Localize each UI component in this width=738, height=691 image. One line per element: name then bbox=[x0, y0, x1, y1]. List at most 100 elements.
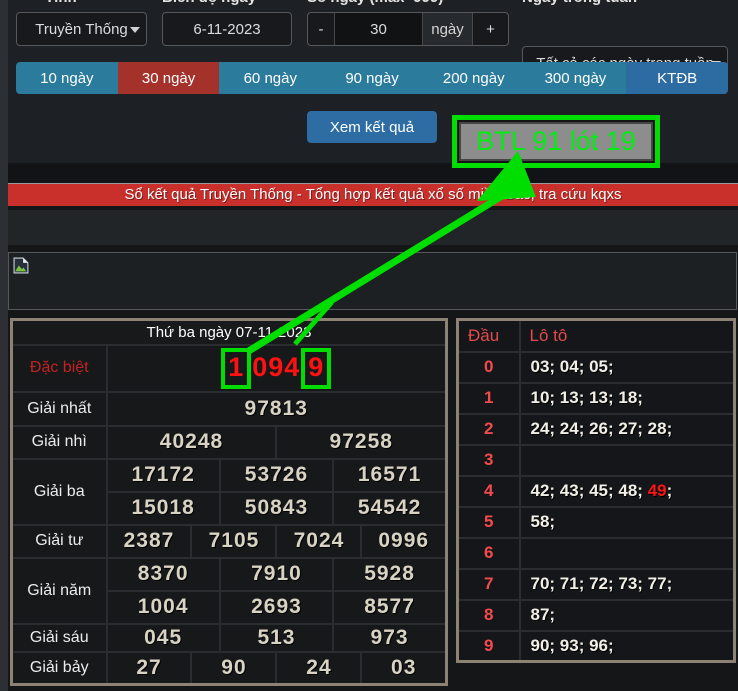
loto-header-dau: Đầu bbox=[458, 320, 520, 352]
loto-values bbox=[520, 538, 735, 569]
prize-label: Giải bảy bbox=[12, 652, 107, 685]
form-labels-row: Tỉnh Biên độ ngày Số ngày (max=999) Ngày… bbox=[8, 0, 738, 6]
prize-value: 7105 bbox=[191, 525, 276, 558]
prize-label: Giải năm bbox=[12, 558, 107, 624]
loto-row: 2 24; 24; 26; 27; 28; bbox=[458, 414, 735, 445]
decrement-button[interactable]: - bbox=[308, 13, 335, 45]
prize-value: 50843 bbox=[220, 492, 333, 525]
results-banner: Sổ kết quả Truyền Thống - Tổng hợp kết q… bbox=[8, 183, 738, 206]
prize-value: 97258 bbox=[276, 426, 446, 459]
days-count-stepper: - ngày + bbox=[307, 12, 509, 46]
prize-value: 2693 bbox=[220, 591, 333, 624]
loto-table: Đầu Lô tô 0 03; 04; 05; 1 10; 13; 13; 18… bbox=[456, 318, 736, 663]
results-date-header: Thứ ba ngày 07-11-2023 bbox=[12, 320, 447, 345]
loto-digit: 0 bbox=[458, 352, 520, 383]
prize-value: 03 bbox=[361, 652, 446, 685]
prize-value: 045 bbox=[107, 624, 220, 652]
prize-row: Giải sáu 045 513 973 bbox=[12, 624, 447, 652]
prize-label: Giải sáu bbox=[12, 624, 107, 652]
prize-value: 24 bbox=[276, 652, 361, 685]
prize-label: Đặc biệt bbox=[12, 345, 107, 392]
prize-row: Giải ba 17172 53726 16571 bbox=[12, 459, 447, 492]
loto-row: 3 bbox=[458, 445, 735, 476]
prize-row: Giải bảy 27 90 24 03 bbox=[12, 652, 447, 685]
tab-300-ngay[interactable]: 300 ngày bbox=[525, 62, 627, 94]
loto-values bbox=[520, 445, 735, 476]
prize-label: Giải nhất bbox=[12, 392, 107, 426]
view-results-button[interactable]: Xem kết quả bbox=[307, 111, 437, 143]
province-select-value: Truyền Thống bbox=[35, 21, 128, 38]
page-left-gutter bbox=[0, 0, 8, 691]
province-select[interactable]: Truyền Thống bbox=[16, 12, 147, 46]
lottery-image-placeholder bbox=[8, 252, 737, 310]
date-range-label: Biên độ ngày bbox=[162, 0, 256, 6]
prize-value: 2387 bbox=[107, 525, 192, 558]
results-date-row: Thứ ba ngày 07-11-2023 bbox=[12, 320, 447, 345]
loto-digit: 5 bbox=[458, 507, 520, 538]
chevron-down-icon bbox=[130, 27, 140, 33]
prize-value: 5928 bbox=[333, 558, 446, 591]
loto-row: 1 10; 13; 13; 18; bbox=[458, 383, 735, 414]
loto-row: 7 70; 71; 72; 73; 77; bbox=[458, 569, 735, 600]
prize-row: Giải nhì 40248 97258 bbox=[12, 426, 447, 459]
loto-header-row: Đầu Lô tô bbox=[458, 320, 735, 352]
prize-value: 16571 bbox=[333, 459, 446, 492]
loto-values: 42; 43; 45; 48; 49; bbox=[520, 476, 735, 507]
loto-digit: 4 bbox=[458, 476, 520, 507]
loto-digit: 8 bbox=[458, 600, 520, 631]
special-prize-value: 10949 bbox=[107, 345, 447, 392]
prize-value: 53726 bbox=[220, 459, 333, 492]
prize-value: 15018 bbox=[107, 492, 220, 525]
loto-values: 70; 71; 72; 73; 77; bbox=[520, 569, 735, 600]
loto-digit: 6 bbox=[458, 538, 520, 569]
broken-image-icon bbox=[13, 257, 30, 274]
prize-value: 90 bbox=[191, 652, 276, 685]
prize-value: 17172 bbox=[107, 459, 220, 492]
days-unit-label: ngày bbox=[422, 13, 473, 45]
tab-200-ngay[interactable]: 200 ngày bbox=[423, 62, 525, 94]
tab-60-ngay[interactable]: 60 ngày bbox=[219, 62, 321, 94]
weekday-label: Ngày trong tuần bbox=[522, 0, 637, 6]
loto-row: 0 03; 04; 05; bbox=[458, 352, 735, 383]
prize-value: 1004 bbox=[107, 591, 220, 624]
loto-row: 8 87; bbox=[458, 600, 735, 631]
tab-10-ngay[interactable]: 10 ngày bbox=[16, 62, 118, 94]
tab-30-ngay[interactable]: 30 ngày bbox=[118, 62, 220, 94]
prize-value: 513 bbox=[220, 624, 333, 652]
day-range-tabs: 10 ngày 30 ngày 60 ngày 90 ngày 200 ngày… bbox=[16, 62, 728, 94]
loto-digit: 7 bbox=[458, 569, 520, 600]
btl-annotation-box: BTL 91 lót 19 bbox=[452, 115, 660, 168]
loto-values: 87; bbox=[520, 600, 735, 631]
loto-digit: 9 bbox=[458, 631, 520, 662]
prize-value: 97813 bbox=[107, 392, 447, 426]
date-range-input[interactable] bbox=[162, 12, 292, 46]
loto-digit: 2 bbox=[458, 414, 520, 445]
prize-row: Giải tư 2387 7105 7024 0996 bbox=[12, 525, 447, 558]
increment-button[interactable]: + bbox=[473, 13, 508, 45]
loto-header-loto: Lô tô bbox=[520, 320, 735, 352]
loto-values: 03; 04; 05; bbox=[520, 352, 735, 383]
special-digits-middle: 094 bbox=[252, 352, 300, 382]
tab-ktdb[interactable]: KTĐB bbox=[626, 62, 728, 94]
days-count-label: Số ngày (max=999) bbox=[307, 0, 443, 6]
loto-digit: 3 bbox=[458, 445, 520, 476]
results-table: Thứ ba ngày 07-11-2023 Đặc biệt 10949 Gi… bbox=[10, 318, 448, 686]
prize-value: 0996 bbox=[361, 525, 446, 558]
prize-value: 7024 bbox=[276, 525, 361, 558]
loto-values: 58; bbox=[520, 507, 735, 538]
prize-value: 40248 bbox=[107, 426, 277, 459]
empty-panel bbox=[8, 210, 738, 245]
prize-row: Giải nhất 97813 bbox=[12, 392, 447, 426]
special-prize-row: Đặc biệt 10949 bbox=[12, 345, 447, 392]
days-count-input[interactable] bbox=[335, 13, 422, 45]
prize-value: 8370 bbox=[107, 558, 220, 591]
prize-value: 54542 bbox=[333, 492, 446, 525]
prize-label: Giải tư bbox=[12, 525, 107, 558]
loto-values: 90; 93; 96; bbox=[520, 631, 735, 662]
loto-row: 4 42; 43; 45; 48; 49; bbox=[458, 476, 735, 507]
loto-row: 5 58; bbox=[458, 507, 735, 538]
loto-values: 10; 13; 13; 18; bbox=[520, 383, 735, 414]
prize-value: 7910 bbox=[220, 558, 333, 591]
tab-90-ngay[interactable]: 90 ngày bbox=[321, 62, 423, 94]
loto-digit: 1 bbox=[458, 383, 520, 414]
